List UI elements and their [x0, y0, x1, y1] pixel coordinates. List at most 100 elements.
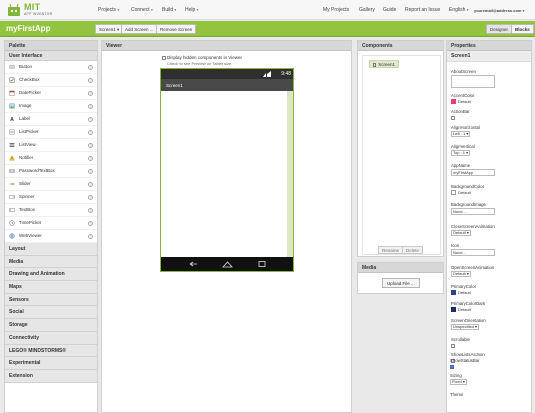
show-status-bar-checkbox[interactable]: [450, 364, 454, 369]
nav-user-menu[interactable]: youremail@address.com ▾: [474, 8, 524, 13]
background-image-picker[interactable]: None...: [451, 208, 495, 215]
help-icon[interactable]: ?: [88, 194, 93, 200]
help-icon[interactable]: ?: [88, 168, 93, 174]
icon-picker[interactable]: None...: [451, 249, 495, 256]
sizing-select[interactable]: Fixed ▾: [450, 379, 467, 385]
palette-item-passwordtextbox[interactable]: PasswordTextBox?: [5, 165, 97, 178]
help-icon[interactable]: ?: [88, 181, 93, 187]
align-horizontal-select[interactable]: Left : 1 ▾: [451, 131, 471, 137]
nav-build-menu[interactable]: Build ▾: [162, 7, 176, 13]
tablet-preview-note: Check to see Preview on Tablet size.: [167, 61, 233, 66]
rename-button[interactable]: Rename: [378, 246, 404, 254]
screen-select-button[interactable]: Screen1 ▾: [95, 24, 124, 34]
palette-category[interactable]: Layout: [5, 243, 97, 256]
palette-item-label[interactable]: A Label?: [5, 113, 97, 126]
nav-gallery-link[interactable]: Gallery: [359, 7, 375, 13]
help-icon[interactable]: ?: [88, 220, 93, 226]
nav-projects-menu[interactable]: Projects ▾: [98, 7, 119, 13]
remove-screen-button[interactable]: Remove Screen: [156, 24, 197, 34]
primary-color-picker[interactable]: Default: [451, 290, 471, 295]
palette-item-datepicker[interactable]: DatePicker?: [5, 87, 97, 100]
palette-item-spinner[interactable]: Spinner?: [5, 191, 97, 204]
palette-item-slider[interactable]: Slider?: [5, 178, 97, 191]
nav-guide-link[interactable]: Guide: [383, 7, 396, 13]
palette-item-button[interactable]: Button?: [5, 61, 97, 74]
palette-category[interactable]: Sensors: [5, 293, 97, 307]
about-screen-textarea[interactable]: [451, 75, 495, 88]
spinner-icon: [9, 195, 15, 199]
phone-time: 9:48: [281, 70, 291, 77]
nav-language-menu[interactable]: English ▾: [449, 7, 469, 13]
palette-item-notifier[interactable]: Notifier?: [5, 152, 97, 165]
label-icon: A: [10, 117, 14, 122]
app-name-input[interactable]: myFirstApp: [451, 169, 495, 176]
nav-connect-menu[interactable]: Connect ▾: [131, 7, 153, 13]
phone-scrollbar[interactable]: [287, 91, 293, 257]
viewer-title: Viewer: [102, 41, 351, 51]
nav-report-issue-link[interactable]: Report an Issue: [405, 7, 440, 13]
palette-item-checkbox[interactable]: CheckBox?: [5, 74, 97, 87]
palette-item-label: Slider: [19, 181, 31, 186]
prop-accent-color: AccentColor Default: [451, 93, 474, 106]
blocks-button[interactable]: Blocks: [511, 24, 534, 34]
prop-icon-label: Icon: [451, 243, 460, 248]
palette-category[interactable]: Storage: [5, 319, 97, 332]
close-animation-select[interactable]: Default ▾: [451, 230, 471, 236]
primary-color-dark-picker[interactable]: Default: [451, 307, 471, 312]
components-title: Components: [358, 41, 443, 51]
palette-category[interactable]: Experimental: [5, 357, 97, 370]
action-bar-checkbox[interactable]: [451, 115, 455, 120]
scrollable-checkbox[interactable]: [451, 343, 455, 348]
button-icon: [9, 65, 15, 69]
phone-screen-area[interactable]: [161, 91, 293, 257]
recents-icon: [258, 261, 266, 267]
help-icon[interactable]: ?: [88, 64, 93, 70]
palette-item-image[interactable]: Image?: [5, 100, 97, 113]
palette-category[interactable]: Drawing and Animation: [5, 268, 97, 282]
help-icon[interactable]: ?: [88, 129, 93, 135]
delete-button[interactable]: Delete: [402, 246, 424, 254]
palette-category[interactable]: Social: [5, 306, 97, 320]
background-color-picker[interactable]: Default: [451, 190, 471, 195]
align-vertical-select[interactable]: Top : 1 ▾: [451, 150, 471, 156]
designer-button[interactable]: Designer: [486, 24, 513, 34]
help-icon[interactable]: ?: [88, 90, 93, 96]
checkbox-icon: [9, 77, 15, 83]
palette-category[interactable]: Connectivity: [5, 331, 97, 345]
help-icon[interactable]: ?: [88, 116, 93, 122]
palette-section-user-interface[interactable]: User Interface: [5, 51, 97, 61]
hidden-components-label: Display hidden components in Viewer: [167, 55, 242, 60]
prop-primary-color: PrimaryColor Default: [451, 284, 476, 297]
upload-file-button[interactable]: Upload File ...: [382, 278, 420, 288]
nav-help-menu[interactable]: Help ▾: [185, 7, 198, 13]
nav-language-label: English: [449, 7, 466, 13]
help-icon[interactable]: ?: [88, 207, 93, 213]
prop-sizing-row: Sizing Fixed ▾: [450, 373, 467, 385]
nav-my-projects-link[interactable]: My Projects: [323, 7, 349, 13]
palette-item-webviewer[interactable]: WebViewer?: [5, 230, 97, 243]
palette-item-listview[interactable]: ListView?: [5, 139, 97, 152]
open-animation-select[interactable]: Default ▾: [451, 271, 471, 277]
tree-node-screen1[interactable]: Screen1: [369, 60, 400, 68]
help-icon[interactable]: ?: [88, 103, 93, 109]
checkbox-box[interactable]: [162, 55, 166, 60]
hidden-components-checkbox[interactable]: Display hidden components in Viewer: [162, 55, 242, 60]
help-icon[interactable]: ?: [88, 155, 93, 161]
palette-category[interactable]: LEGO® MINDSTORMS®: [5, 344, 97, 358]
help-icon[interactable]: ?: [88, 77, 93, 83]
screen-orientation-select[interactable]: Unspecified ▾: [451, 324, 480, 330]
accent-color-picker[interactable]: Default: [451, 99, 471, 104]
palette-item-listpicker[interactable]: ListPicker?: [5, 126, 97, 139]
chevron-down-icon: ▾: [466, 8, 469, 12]
palette-item-label: ListPicker: [19, 129, 39, 134]
sizing-value: Fixed: [452, 379, 462, 384]
palette-category[interactable]: Extension: [5, 369, 97, 383]
palette-item-textbox[interactable]: TextBox?: [5, 204, 97, 217]
palette-item-label: PasswordTextBox: [19, 168, 55, 173]
help-icon[interactable]: ?: [88, 142, 93, 148]
palette-item-timepicker[interactable]: TimePicker?: [5, 217, 97, 230]
help-icon[interactable]: ?: [88, 233, 93, 239]
palette-category[interactable]: Media: [5, 255, 97, 269]
palette-category[interactable]: Maps: [5, 281, 97, 294]
add-screen-button[interactable]: Add Screen ...: [121, 24, 158, 34]
